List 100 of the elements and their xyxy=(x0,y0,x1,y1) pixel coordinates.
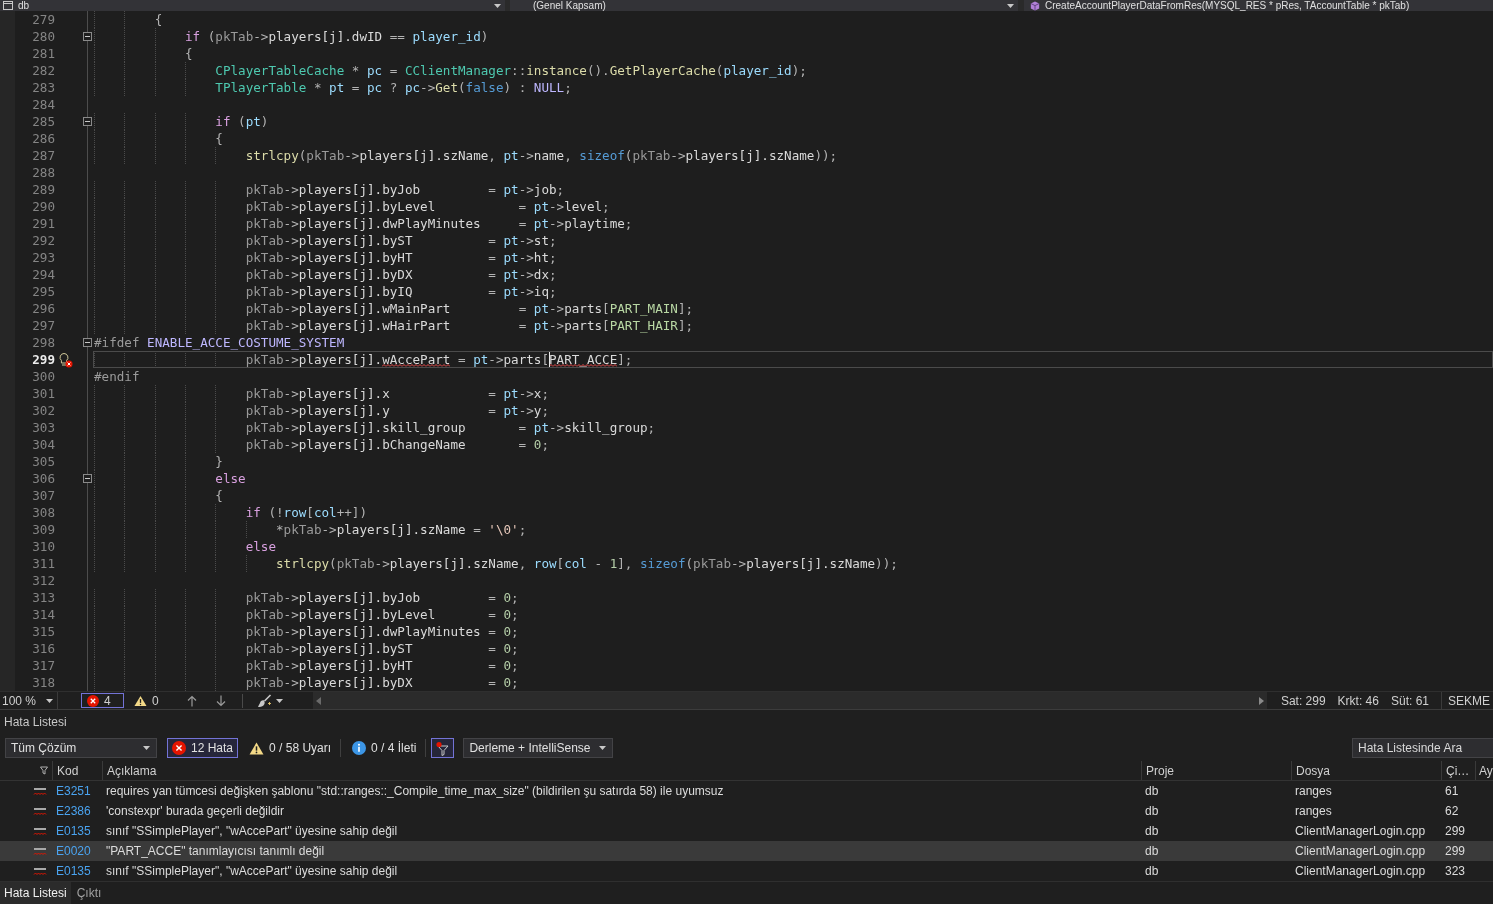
minus-box-icon[interactable] xyxy=(83,117,92,126)
line-number: 297 xyxy=(32,318,55,333)
line-number: 309 xyxy=(32,522,55,537)
info-filter-button[interactable]: 0 / 4 İleti xyxy=(347,738,422,758)
line-number: 279 xyxy=(32,12,55,27)
minus-box-icon[interactable] xyxy=(83,338,92,347)
code-line: pkTab->players[j].y = pt->y; xyxy=(245,402,549,419)
error-filter-button[interactable]: 12 Hata xyxy=(167,738,239,758)
code-line: if (!row[col++]) xyxy=(245,504,367,521)
info-icon xyxy=(352,741,367,755)
code-line: pkTab->players[j].byLevel = pt->level; xyxy=(245,198,610,215)
column-header[interactable]: Proje xyxy=(1146,763,1174,778)
warning-filter-button[interactable]: 0 / 58 Uyarı xyxy=(244,738,337,758)
code-line: strlcpy(pkTab->players[j].szName, row[col - 1], sizeof(pkTab->players[j].szName)); xyxy=(275,555,898,572)
line-cell: 299 xyxy=(1445,824,1466,838)
line-number: 289 xyxy=(32,182,55,197)
line-number: 301 xyxy=(32,386,55,401)
error-code-link[interactable]: E0135 xyxy=(56,864,91,878)
minus-box-icon[interactable] xyxy=(83,474,92,483)
code-line: pkTab->players[j].wAccePart = pt->parts[PART_ACCE]; xyxy=(245,351,633,368)
caret-down-icon[interactable] xyxy=(275,698,283,703)
code-line: pkTab->players[j].bChangeName = 0; xyxy=(245,436,549,453)
error-code-link[interactable]: E0020 xyxy=(56,844,91,858)
code-line: pkTab->players[j].wHairPart = pt->parts[PART_HAIR]; xyxy=(245,317,694,334)
error-row[interactable]: E2386 'constexpr' burada geçerli değildir db ranges 62 xyxy=(0,801,1493,821)
code-line: TPlayerTable * pt = pc ? pc->Get(false) : NULL; xyxy=(215,79,572,96)
line-indicator[interactable]: Sat: 299 xyxy=(1280,693,1326,708)
panel-tab[interactable]: Hata Listesi xyxy=(0,882,71,904)
code-line: pkTab->players[j].byIQ = pt->iq; xyxy=(245,283,557,300)
horizontal-scrollbar[interactable] xyxy=(312,692,1267,709)
zoom-dropdown[interactable]: 100 % xyxy=(0,692,58,709)
line-number: 308 xyxy=(32,505,55,520)
code-line: pkTab->players[j].dwPlayMinutes = 0; xyxy=(245,623,519,640)
code-line: pkTab->players[j].byJob = 0; xyxy=(245,589,519,606)
caret-down-icon xyxy=(143,746,150,750)
lightbulb-error-icon[interactable] xyxy=(58,351,73,368)
code-line: else xyxy=(245,538,276,555)
line-number: 317 xyxy=(32,658,55,673)
file-cell: ClientManagerLogin.cpp xyxy=(1295,844,1426,858)
file-cell: ClientManagerLogin.cpp xyxy=(1295,824,1426,838)
column-header[interactable]: Çi… xyxy=(1446,763,1470,778)
member-dropdown[interactable]: CreateAccountPlayerDataFromRes(MYSQL_RES * pRes, TAccountTable * pkTab) xyxy=(1024,0,1493,11)
error-code-link[interactable]: E3251 xyxy=(56,784,91,798)
filter-icon[interactable] xyxy=(40,766,48,775)
squiggle-icon xyxy=(33,785,47,797)
code-line: { xyxy=(215,130,223,147)
code-line: #endif xyxy=(94,368,140,385)
error-row[interactable]: E3251 requires yan tümcesi değişken şablonu "std::ranges::_Compile_time_max_size" (bildirilen şu satırda 58) ile uyumsuz db ranges 61 xyxy=(0,781,1493,801)
panel-title: Hata Listesi xyxy=(4,715,67,729)
code-line: strlcpy(pkTab->players[j].szName, pt->name, sizeof(pkTab->players[j].szName)); xyxy=(245,147,838,164)
indent-mode-indicator[interactable]: SEKME xyxy=(1441,692,1490,709)
error-icon xyxy=(87,694,99,707)
line-number: 304 xyxy=(32,437,55,452)
file-cell: ClientManagerLogin.cpp xyxy=(1295,864,1426,878)
arrow-down-icon[interactable] xyxy=(215,694,226,707)
column-header[interactable]: Açıklama xyxy=(107,763,157,778)
line-number: 282 xyxy=(32,63,55,78)
line-number: 312 xyxy=(32,573,55,588)
warning-count-button[interactable]: 0 xyxy=(128,693,165,708)
triangle-right-icon[interactable] xyxy=(1259,696,1264,705)
error-code-link[interactable]: E2386 xyxy=(56,804,91,818)
column-indicator[interactable]: Süt: 61 xyxy=(1390,693,1429,708)
code-line: pkTab->players[j].dwPlayMinutes = pt->playtime; xyxy=(245,215,633,232)
panel-tab[interactable]: Çıktı xyxy=(72,882,106,904)
project-cell: db xyxy=(1145,784,1159,798)
triangle-left-icon[interactable] xyxy=(315,696,321,705)
error-count-button[interactable]: 4 xyxy=(81,693,124,708)
cube-icon xyxy=(1030,0,1040,11)
arrow-up-icon[interactable] xyxy=(186,694,197,707)
search-field[interactable]: Hata Listesinde Ara xyxy=(1352,738,1493,758)
line-number: 299 xyxy=(32,352,55,367)
line-number: 298 xyxy=(32,335,55,350)
project-cell: db xyxy=(1145,844,1159,858)
caret-down-icon xyxy=(1007,3,1014,8)
column-header[interactable]: Ay xyxy=(1479,763,1493,778)
minus-box-icon[interactable] xyxy=(83,32,92,41)
column-header[interactable]: Kod xyxy=(57,763,79,778)
character-indicator[interactable]: Krkt: 46 xyxy=(1337,693,1379,708)
line-number: 287 xyxy=(32,148,55,163)
build-source-dropdown[interactable]: Derleme + IntelliSense xyxy=(463,738,614,758)
column-header[interactable]: Dosya xyxy=(1296,763,1330,778)
error-row[interactable]: E0135 sınıf "SSimplePlayer", "wAccePart" üyesine sahip değil db ClientManagerLogin.cpp 323 xyxy=(0,861,1493,881)
squiggle-icon xyxy=(33,845,47,857)
scope-dropdown[interactable]: Tüm Çözüm xyxy=(5,738,157,758)
error-code-link[interactable]: E0135 xyxy=(56,824,91,838)
caret-down-icon xyxy=(494,3,501,8)
error-icon xyxy=(172,741,186,755)
project-cell: db xyxy=(1145,864,1159,878)
error-row[interactable]: E0020 "PART_ACCE" tanımlayıcısı tanımlı değil db ClientManagerLogin.cpp 299 xyxy=(0,841,1493,861)
scope-dropdown[interactable]: (Genel Kapsam) xyxy=(510,0,1018,11)
line-number: 295 xyxy=(32,284,55,299)
brush-icon[interactable] xyxy=(256,693,272,708)
line-number: 314 xyxy=(32,607,55,622)
line-number: 306 xyxy=(32,471,55,486)
error-description: 'constexpr' burada geçerli değildir xyxy=(106,804,284,818)
error-row[interactable]: E0135 sınıf "SSimplePlayer", "wAccePart" üyesine sahip değil db ClientManagerLogin.cpp 299 xyxy=(0,821,1493,841)
line-number: 315 xyxy=(32,624,55,639)
project-dropdown[interactable]: db xyxy=(0,0,505,11)
code-line: pkTab->players[j].byHT = pt->ht; xyxy=(245,249,557,266)
filter-toggle-button[interactable] xyxy=(431,738,455,758)
